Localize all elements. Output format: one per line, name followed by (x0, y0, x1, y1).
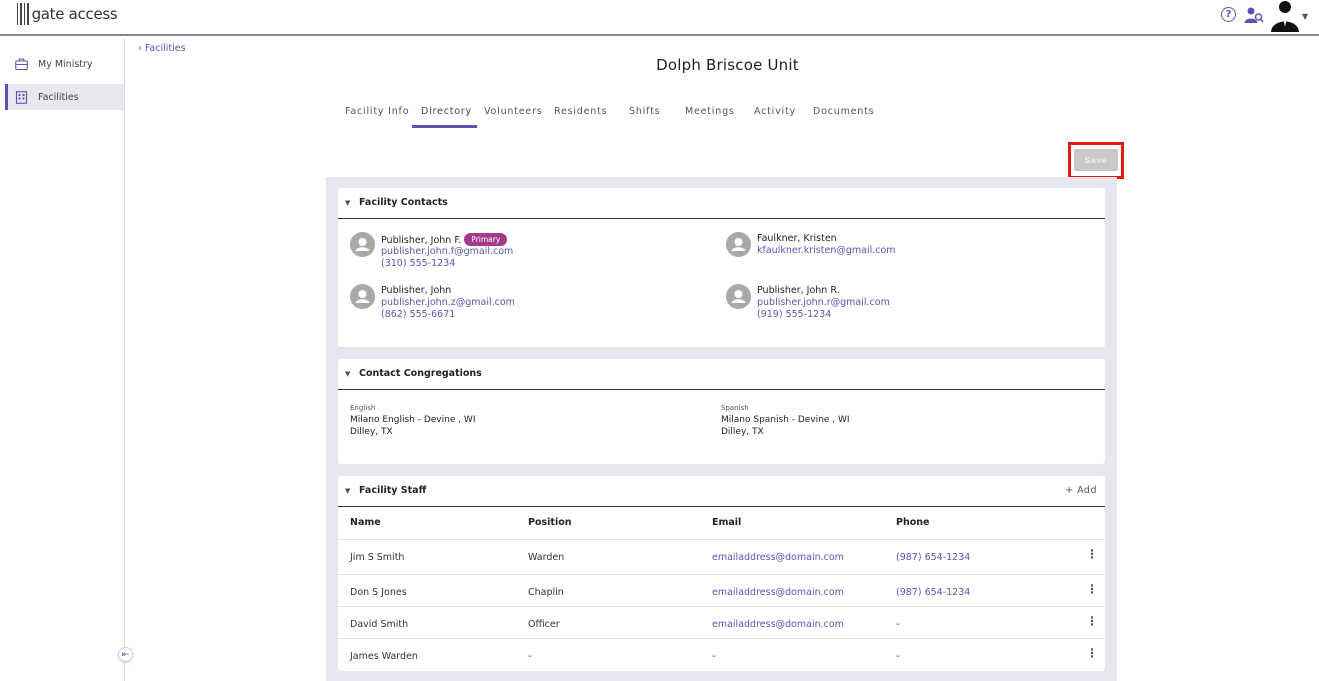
tab-residents[interactable]: Residents (554, 106, 607, 117)
contact-name: Publisher, John R. (757, 285, 840, 296)
user-avatar[interactable] (1270, 0, 1300, 32)
section-title: Facility Staff (359, 485, 427, 496)
more-vertical-icon[interactable]: ⋮ (1086, 548, 1098, 560)
congregation-language: English (350, 404, 376, 412)
contact-phone-link[interactable]: (862) 555-6671 (381, 309, 455, 320)
facility-staff-card: ▼ Facility Staff + Add Name Position Ema… (338, 476, 1105, 671)
facility-contacts-header[interactable]: ▼ Facility Contacts (338, 188, 1105, 219)
briefcase-icon (15, 58, 28, 70)
logo-text: gate access (31, 5, 118, 23)
chevron-down-icon[interactable]: ▼ (1302, 12, 1308, 21)
person-avatar-icon (726, 232, 751, 257)
congregation-city: Dilley, TX (350, 427, 393, 437)
primary-badge: Primary (464, 233, 508, 246)
contact-item: Publisher, John R. publisher.john.r@gmai… (726, 284, 1056, 328)
person-avatar-icon (350, 232, 375, 257)
staff-phone: - (896, 619, 900, 630)
contact-congregations-card: ▼ Contact Congregations English Milano E… (338, 359, 1105, 464)
facility-staff-header[interactable]: ▼ Facility Staff + Add (338, 476, 1105, 507)
column-header-phone[interactable]: Phone (896, 517, 929, 528)
contact-item: Publisher, John publisher.john.z@gmail.c… (350, 284, 680, 328)
sidebar-item-facilities[interactable]: Facilities (5, 84, 124, 110)
sidebar-item-my-ministry[interactable]: My Ministry (5, 51, 124, 77)
contact-phone-link[interactable]: (919) 555-1234 (757, 309, 831, 320)
person-avatar-icon (350, 284, 375, 309)
save-button[interactable]: Save (1074, 149, 1118, 171)
more-vertical-icon[interactable]: ⋮ (1086, 583, 1098, 595)
congregation-name: Milano Spanish - Devine , WI (721, 415, 850, 425)
section-title: Facility Contacts (359, 197, 448, 208)
table-row[interactable]: Jim S Smith Warden emailaddress@domain.c… (338, 539, 1105, 574)
collapse-sidebar-icon[interactable]: ⇤ (118, 647, 133, 662)
staff-name: Don S Jones (350, 587, 407, 598)
contact-email-link[interactable]: kfaulkner.kristen@gmail.com (757, 245, 896, 256)
staff-phone: - (896, 651, 900, 662)
contact-email-link[interactable]: publisher.john.r@gmail.com (757, 297, 890, 308)
breadcrumb-back-facilities[interactable]: ‹ Facilities (138, 43, 186, 54)
more-vertical-icon[interactable]: ⋮ (1086, 647, 1098, 659)
staff-email-link[interactable]: emailaddress@domain.com (712, 552, 844, 563)
staff-email: - (712, 651, 716, 662)
staff-email-link[interactable]: emailaddress@domain.com (712, 587, 844, 598)
contact-phone-link[interactable]: (310) 555-1234 (381, 258, 455, 269)
contact-name: Publisher, John (381, 285, 452, 296)
contact-name: Publisher, John F. (381, 235, 462, 246)
staff-position: Warden (528, 552, 565, 563)
staff-position: - (528, 651, 532, 662)
congregation-item: English Milano English - Devine , WI Dil… (350, 404, 650, 437)
table-row[interactable]: David Smith Officer emailaddress@domain.… (338, 606, 1105, 638)
congregation-city: Dilley, TX (721, 427, 764, 437)
tab-shifts[interactable]: Shifts (629, 106, 660, 117)
caret-down-icon[interactable]: ▼ (345, 199, 350, 207)
table-row[interactable]: Don S Jones Chaplin emailaddress@domain.… (338, 574, 1105, 606)
staff-email-link[interactable]: emailaddress@domain.com (712, 619, 844, 630)
logo-bars-icon (17, 3, 29, 25)
sidebar-item-label: My Ministry (38, 58, 93, 70)
staff-position: Chaplin (528, 587, 564, 598)
tab-documents[interactable]: Documents (813, 106, 874, 117)
facility-contacts-card: ▼ Facility Contacts Publisher, John F. Pr… (338, 188, 1105, 347)
staff-name: Jim S Smith (350, 552, 405, 563)
staff-phone-link[interactable]: (987) 654-1234 (896, 552, 970, 563)
contact-email-link[interactable]: publisher.john.z@gmail.com (381, 297, 515, 308)
caret-down-icon[interactable]: ▼ (345, 370, 350, 378)
page-title: Dolph Briscoe Unit (656, 56, 799, 74)
section-title: Contact Congregations (359, 368, 482, 379)
tab-facility-info[interactable]: Facility Info (345, 106, 409, 117)
more-vertical-icon[interactable]: ⋮ (1086, 615, 1098, 627)
staff-phone-link[interactable]: (987) 654-1234 (896, 587, 970, 598)
column-header-name[interactable]: Name (350, 517, 381, 528)
tab-volunteers[interactable]: Volunteers (484, 106, 543, 117)
congregation-item: Spanish Milano Spanish - Devine , WI Dil… (721, 404, 1021, 437)
congregation-name: Milano English - Devine , WI (350, 415, 476, 425)
directory-panel: ▼ Facility Contacts Publisher, John F. Pr… (326, 177, 1117, 681)
sidebar: My Ministry Facilities (5, 38, 125, 681)
caret-down-icon[interactable]: ▼ (345, 487, 350, 495)
help-icon[interactable]: ? (1221, 7, 1236, 22)
contact-item: Publisher, John F. Primary publisher.john… (350, 232, 680, 276)
building-icon (15, 90, 28, 104)
sidebar-item-label: Facilities (38, 91, 79, 103)
contact-congregations-header[interactable]: ▼ Contact Congregations (338, 359, 1105, 390)
gate-access-logo[interactable]: gate access (17, 2, 118, 26)
column-header-position[interactable]: Position (528, 517, 572, 528)
tab-directory[interactable]: Directory (421, 106, 472, 117)
tab-activity[interactable]: Activity (754, 106, 796, 117)
congregation-language: Spanish (721, 404, 749, 412)
contact-email-link[interactable]: publisher.john.f@gmail.com (381, 246, 513, 257)
staff-name: David Smith (350, 619, 409, 630)
staff-name: James Warden (350, 651, 418, 662)
active-tab-indicator (412, 125, 477, 128)
contact-name: Faulkner, Kristen (757, 233, 837, 244)
add-staff-button[interactable]: + Add (1065, 485, 1097, 496)
contact-item: Faulkner, Kristen kfaulkner.kristen@gmai… (726, 232, 1056, 276)
table-row[interactable]: James Warden - - - ⋮ (338, 638, 1105, 670)
person-avatar-icon (726, 284, 751, 309)
top-bar: gate access ? ▼ (0, 0, 1319, 36)
staff-position: Officer (528, 619, 560, 630)
people-search-icon[interactable] (1244, 6, 1264, 24)
tab-meetings[interactable]: Meetings (685, 106, 735, 117)
column-header-email[interactable]: Email (712, 517, 741, 528)
